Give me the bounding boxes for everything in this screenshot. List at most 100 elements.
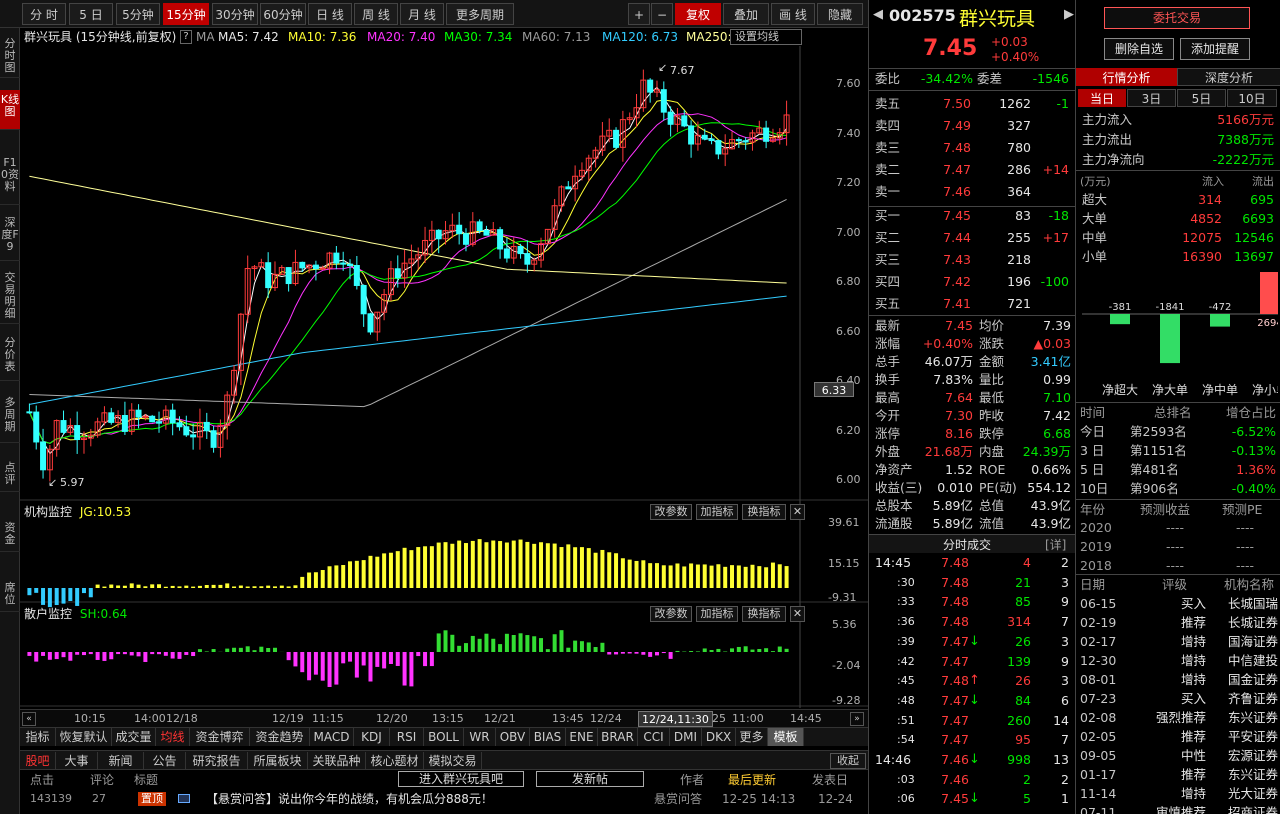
tab-f9[interactable]: 深度F9 — [0, 213, 20, 261]
indicator-tab-11[interactable]: OBV — [496, 728, 530, 746]
tab-market-analysis[interactable]: 行情分析 — [1076, 68, 1177, 86]
collapse-button[interactable]: 收起 — [830, 753, 866, 769]
new-post-button[interactable]: 发新帖 — [536, 771, 644, 787]
book-price[interactable]: 7.44 — [929, 228, 971, 247]
kline-chart[interactable]: ↙ 7.67 ↙ 5.97 — [20, 46, 868, 708]
book-price[interactable]: 7.48 — [929, 138, 971, 157]
ind1-add-indicator-button[interactable]: 加指标 — [696, 504, 738, 520]
adjust-button[interactable]: 复权 — [675, 3, 721, 25]
period-daily-button[interactable]: 日 线 — [308, 3, 352, 25]
period-5min-button[interactable]: 5分钟 — [116, 3, 160, 25]
indicator-tab-9[interactable]: BOLL — [424, 728, 464, 746]
book-price[interactable]: 7.42 — [929, 272, 971, 291]
period-intraday-button[interactable]: 分 时 — [22, 3, 66, 25]
add-alert-button[interactable]: 添加提醒 — [1180, 38, 1250, 60]
period-60min-button[interactable]: 60分钟 — [260, 3, 306, 25]
ind2-edit-params-button[interactable]: 改参数 — [650, 606, 692, 622]
indicator-tab-13[interactable]: ENE — [566, 728, 598, 746]
help-icon[interactable]: ? — [180, 30, 192, 44]
hide-button[interactable]: 隐藏 — [817, 3, 863, 25]
tab-f10[interactable]: F10资料 — [0, 153, 20, 205]
indicator1-header: 机构监控 JG:10.53 — [24, 503, 131, 521]
period-weekly-button[interactable]: 周 线 — [354, 3, 398, 25]
col-latest[interactable]: 最后更新 — [728, 771, 776, 788]
tab-5day[interactable]: 5日 — [1177, 89, 1226, 107]
tab-3day[interactable]: 3日 — [1127, 89, 1176, 107]
trade-button[interactable]: 委托交易 — [1104, 7, 1250, 29]
book-price[interactable]: 7.46 — [929, 182, 971, 201]
set-ma-dropdown[interactable]: 设置均线 — [730, 29, 802, 45]
news-tab-1[interactable]: 大事 — [56, 752, 98, 770]
indicator-tab-14[interactable]: BRAR — [598, 728, 638, 746]
overlay-button[interactable]: 叠加 — [723, 3, 769, 25]
rating-grade: 中性 — [1180, 748, 1206, 763]
news-tab-3[interactable]: 公告 — [144, 752, 186, 770]
indicator-tab-0[interactable]: 指标 — [20, 728, 56, 746]
period-30min-button[interactable]: 30分钟 — [212, 3, 258, 25]
tab-price-table[interactable]: 分价表 — [0, 333, 20, 381]
indicator-tab-10[interactable]: WR — [464, 728, 496, 746]
remove-watchlist-button[interactable]: 删除自选 — [1104, 38, 1174, 60]
indicator-tab-15[interactable]: CCI — [638, 728, 670, 746]
book-price[interactable]: 7.49 — [929, 116, 971, 135]
period-monthly-button[interactable]: 月 线 — [400, 3, 444, 25]
tab-deep-analysis[interactable]: 深度分析 — [1177, 68, 1280, 86]
indicator-tab-3[interactable]: 均线 — [156, 728, 190, 746]
tab-seats[interactable]: 席位 — [0, 578, 20, 612]
row-title[interactable]: 【悬赏问答】说出你今年的战绩，有机会瓜分888元！ — [206, 789, 493, 809]
tab-10day[interactable]: 10日 — [1227, 89, 1277, 107]
indicator-tab-2[interactable]: 成交量 — [112, 728, 156, 746]
news-tab-2[interactable]: 新闻 — [98, 752, 144, 770]
news-tab-7[interactable]: 核心题材 — [366, 752, 424, 770]
news-tab-6[interactable]: 关联品种 — [308, 752, 366, 770]
book-price[interactable]: 7.47 — [929, 160, 971, 179]
indicator-tab-5[interactable]: 资金趋势 — [250, 728, 310, 746]
news-tab-5[interactable]: 所属板块 — [248, 752, 308, 770]
tab-intraday[interactable]: 分时图 — [0, 34, 20, 78]
ind1-close-icon[interactable]: ✕ — [790, 504, 805, 520]
news-tab-4[interactable]: 研究报告 — [186, 752, 248, 770]
tab-fund[interactable]: 资金 — [0, 518, 20, 552]
scroll-right-icon[interactable]: » — [850, 712, 864, 726]
tab-review[interactable]: 点评 — [0, 458, 20, 492]
period-5day-button[interactable]: 5 日 — [69, 3, 113, 25]
quote-label: 量比 — [979, 372, 1005, 387]
next-stock-icon[interactable]: ▶ — [1064, 7, 1074, 22]
tab-today[interactable]: 当日 — [1078, 89, 1126, 107]
book-price[interactable]: 7.43 — [929, 250, 971, 269]
indicator-tab-6[interactable]: MACD — [310, 728, 354, 746]
tab-multi-period[interactable]: 多周期 — [0, 393, 20, 443]
indicator-tab-18[interactable]: 更多 — [736, 728, 768, 746]
indicator-tab-17[interactable]: DKX — [702, 728, 736, 746]
indicator-tab-12[interactable]: BIAS — [530, 728, 566, 746]
enter-forum-button[interactable]: 进入群兴玩具吧 — [398, 771, 524, 787]
tab-kline[interactable]: K线图 — [0, 90, 20, 130]
forum-row[interactable]: 143139 27 置顶 【悬赏问答】说出你今年的战绩，有机会瓜分888元！ 悬… — [20, 789, 868, 809]
tab-trade-detail[interactable]: 交易明细 — [0, 268, 20, 324]
ind2-add-indicator-button[interactable]: 加指标 — [696, 606, 738, 622]
ind2-close-icon[interactable]: ✕ — [790, 606, 805, 622]
indicator-tab-4[interactable]: 资金博弈 — [190, 728, 250, 746]
draw-line-button[interactable]: 画 线 — [771, 3, 815, 25]
sh-bar — [600, 642, 605, 652]
indicator-tab-1[interactable]: 恢复默认 — [56, 728, 112, 746]
book-price[interactable]: 7.50 — [929, 94, 971, 113]
indicator-tab-19[interactable]: 模板 — [768, 728, 804, 746]
news-tab-8[interactable]: 模拟交易 — [424, 752, 482, 770]
indicator-tab-7[interactable]: KDJ — [354, 728, 390, 746]
indicator-tab-16[interactable]: DMI — [670, 728, 702, 746]
zoom-out-button[interactable]: − — [651, 3, 673, 25]
prev-stock-icon[interactable]: ◀ — [873, 7, 883, 22]
period-15min-button[interactable]: 15分钟 — [163, 3, 209, 25]
book-price[interactable]: 7.45 — [929, 206, 971, 225]
ind1-switch-indicator-button[interactable]: 换指标 — [742, 504, 786, 520]
more-periods-button[interactable]: 更多周期 — [446, 3, 514, 25]
ind1-edit-params-button[interactable]: 改参数 — [650, 504, 692, 520]
ticks-detail-link[interactable]: [详] — [1045, 536, 1066, 553]
ind2-switch-indicator-button[interactable]: 换指标 — [742, 606, 786, 622]
zoom-in-button[interactable]: + — [628, 3, 650, 25]
scroll-left-icon[interactable]: « — [22, 712, 36, 726]
book-price[interactable]: 7.41 — [929, 294, 971, 313]
indicator-tab-8[interactable]: RSI — [390, 728, 424, 746]
news-tab-0[interactable]: 股吧 — [20, 752, 56, 770]
